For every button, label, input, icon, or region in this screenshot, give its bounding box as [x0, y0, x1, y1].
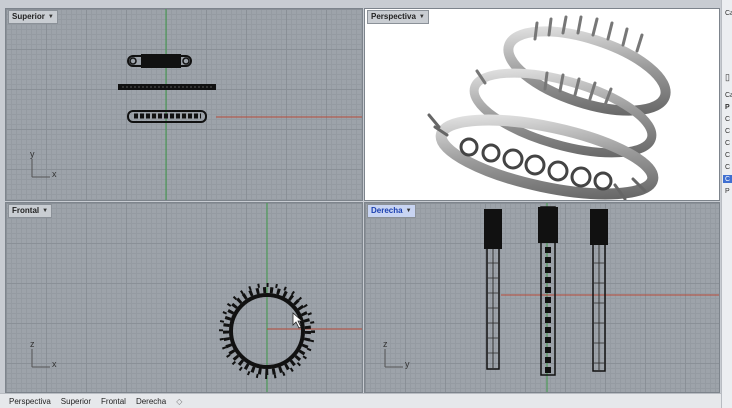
right-view-canvas: z y	[383, 203, 719, 392]
viewport-title: Derecha	[371, 206, 403, 215]
axis-label-vertical: y	[30, 149, 35, 159]
viewport-perspective[interactable]: Perspectiva ▼	[364, 8, 720, 201]
tab-perspectiva[interactable]: Perspectiva	[6, 397, 54, 406]
dropdown-arrow-icon[interactable]: ▼	[42, 205, 48, 217]
tab-derecha[interactable]: Derecha	[133, 397, 169, 406]
axis-indicator	[31, 349, 50, 368]
ring-top-1	[127, 54, 192, 68]
side-panel-item[interactable]: P	[725, 188, 730, 195]
axis-label-horizontal: x	[52, 359, 57, 369]
ring-top-3	[127, 110, 207, 123]
viewport-label-top[interactable]: Superior ▼	[8, 10, 58, 24]
ring-top-2	[118, 84, 216, 90]
axis-label-vertical: z	[383, 339, 388, 349]
top-view-canvas: y x	[30, 9, 362, 200]
viewport-title: Superior	[12, 12, 45, 21]
tab-frontal[interactable]: Frontal	[98, 397, 129, 406]
dropdown-arrow-icon[interactable]: ▼	[48, 11, 54, 23]
tab-superior[interactable]: Superior	[58, 397, 94, 406]
viewport-title: Frontal	[12, 206, 40, 215]
viewport-tab-bar: Perspectiva Superior Frontal Derecha ◇	[0, 393, 721, 408]
side-panel-item[interactable]: P	[725, 104, 730, 111]
front-view-canvas: z x	[30, 203, 362, 392]
ring-side-1	[484, 209, 502, 370]
side-panel-item[interactable]: C	[725, 128, 730, 135]
axis-indicator	[31, 159, 50, 178]
axis-label-horizontal: x	[52, 169, 57, 179]
side-panel-item[interactable]: C	[725, 152, 730, 159]
perspective-canvas	[427, 15, 671, 200]
viewport-label-perspective[interactable]: Perspectiva ▼	[367, 10, 429, 24]
viewport-right[interactable]: z y Derecha ▼	[364, 202, 720, 393]
side-panel-item[interactable]: C	[725, 164, 730, 171]
axis-label-vertical: z	[30, 339, 35, 349]
viewport-front[interactable]: z x Frontal ▼	[5, 202, 363, 393]
viewport-label-front[interactable]: Frontal ▼	[8, 204, 53, 218]
viewport-label-right[interactable]: Derecha ▼	[367, 204, 416, 218]
side-panel-item[interactable]: C	[725, 140, 730, 147]
dropdown-arrow-icon[interactable]: ▼	[406, 205, 412, 217]
ring-side-3	[590, 209, 608, 372]
axis-label-horizontal: y	[405, 359, 410, 369]
side-panel: Ca ▯ Ca P C C C C C C P	[721, 0, 732, 408]
side-panel-item-selected[interactable]: C	[725, 176, 730, 183]
dropdown-arrow-icon[interactable]: ▼	[419, 11, 425, 23]
panel-icon[interactable]: ▯	[725, 72, 730, 83]
axis-indicator	[384, 349, 403, 368]
side-panel-item[interactable]: Ca	[725, 92, 732, 99]
viewport-top[interactable]: y x Superior ▼	[5, 8, 363, 201]
ring-render-front	[427, 113, 659, 200]
add-viewport-icon[interactable]: ◇	[173, 397, 185, 406]
viewport-title: Perspectiva	[371, 12, 416, 21]
side-panel-item[interactable]: C	[725, 116, 730, 123]
ring-side-2	[538, 206, 558, 376]
side-panel-header: Ca	[725, 10, 732, 17]
